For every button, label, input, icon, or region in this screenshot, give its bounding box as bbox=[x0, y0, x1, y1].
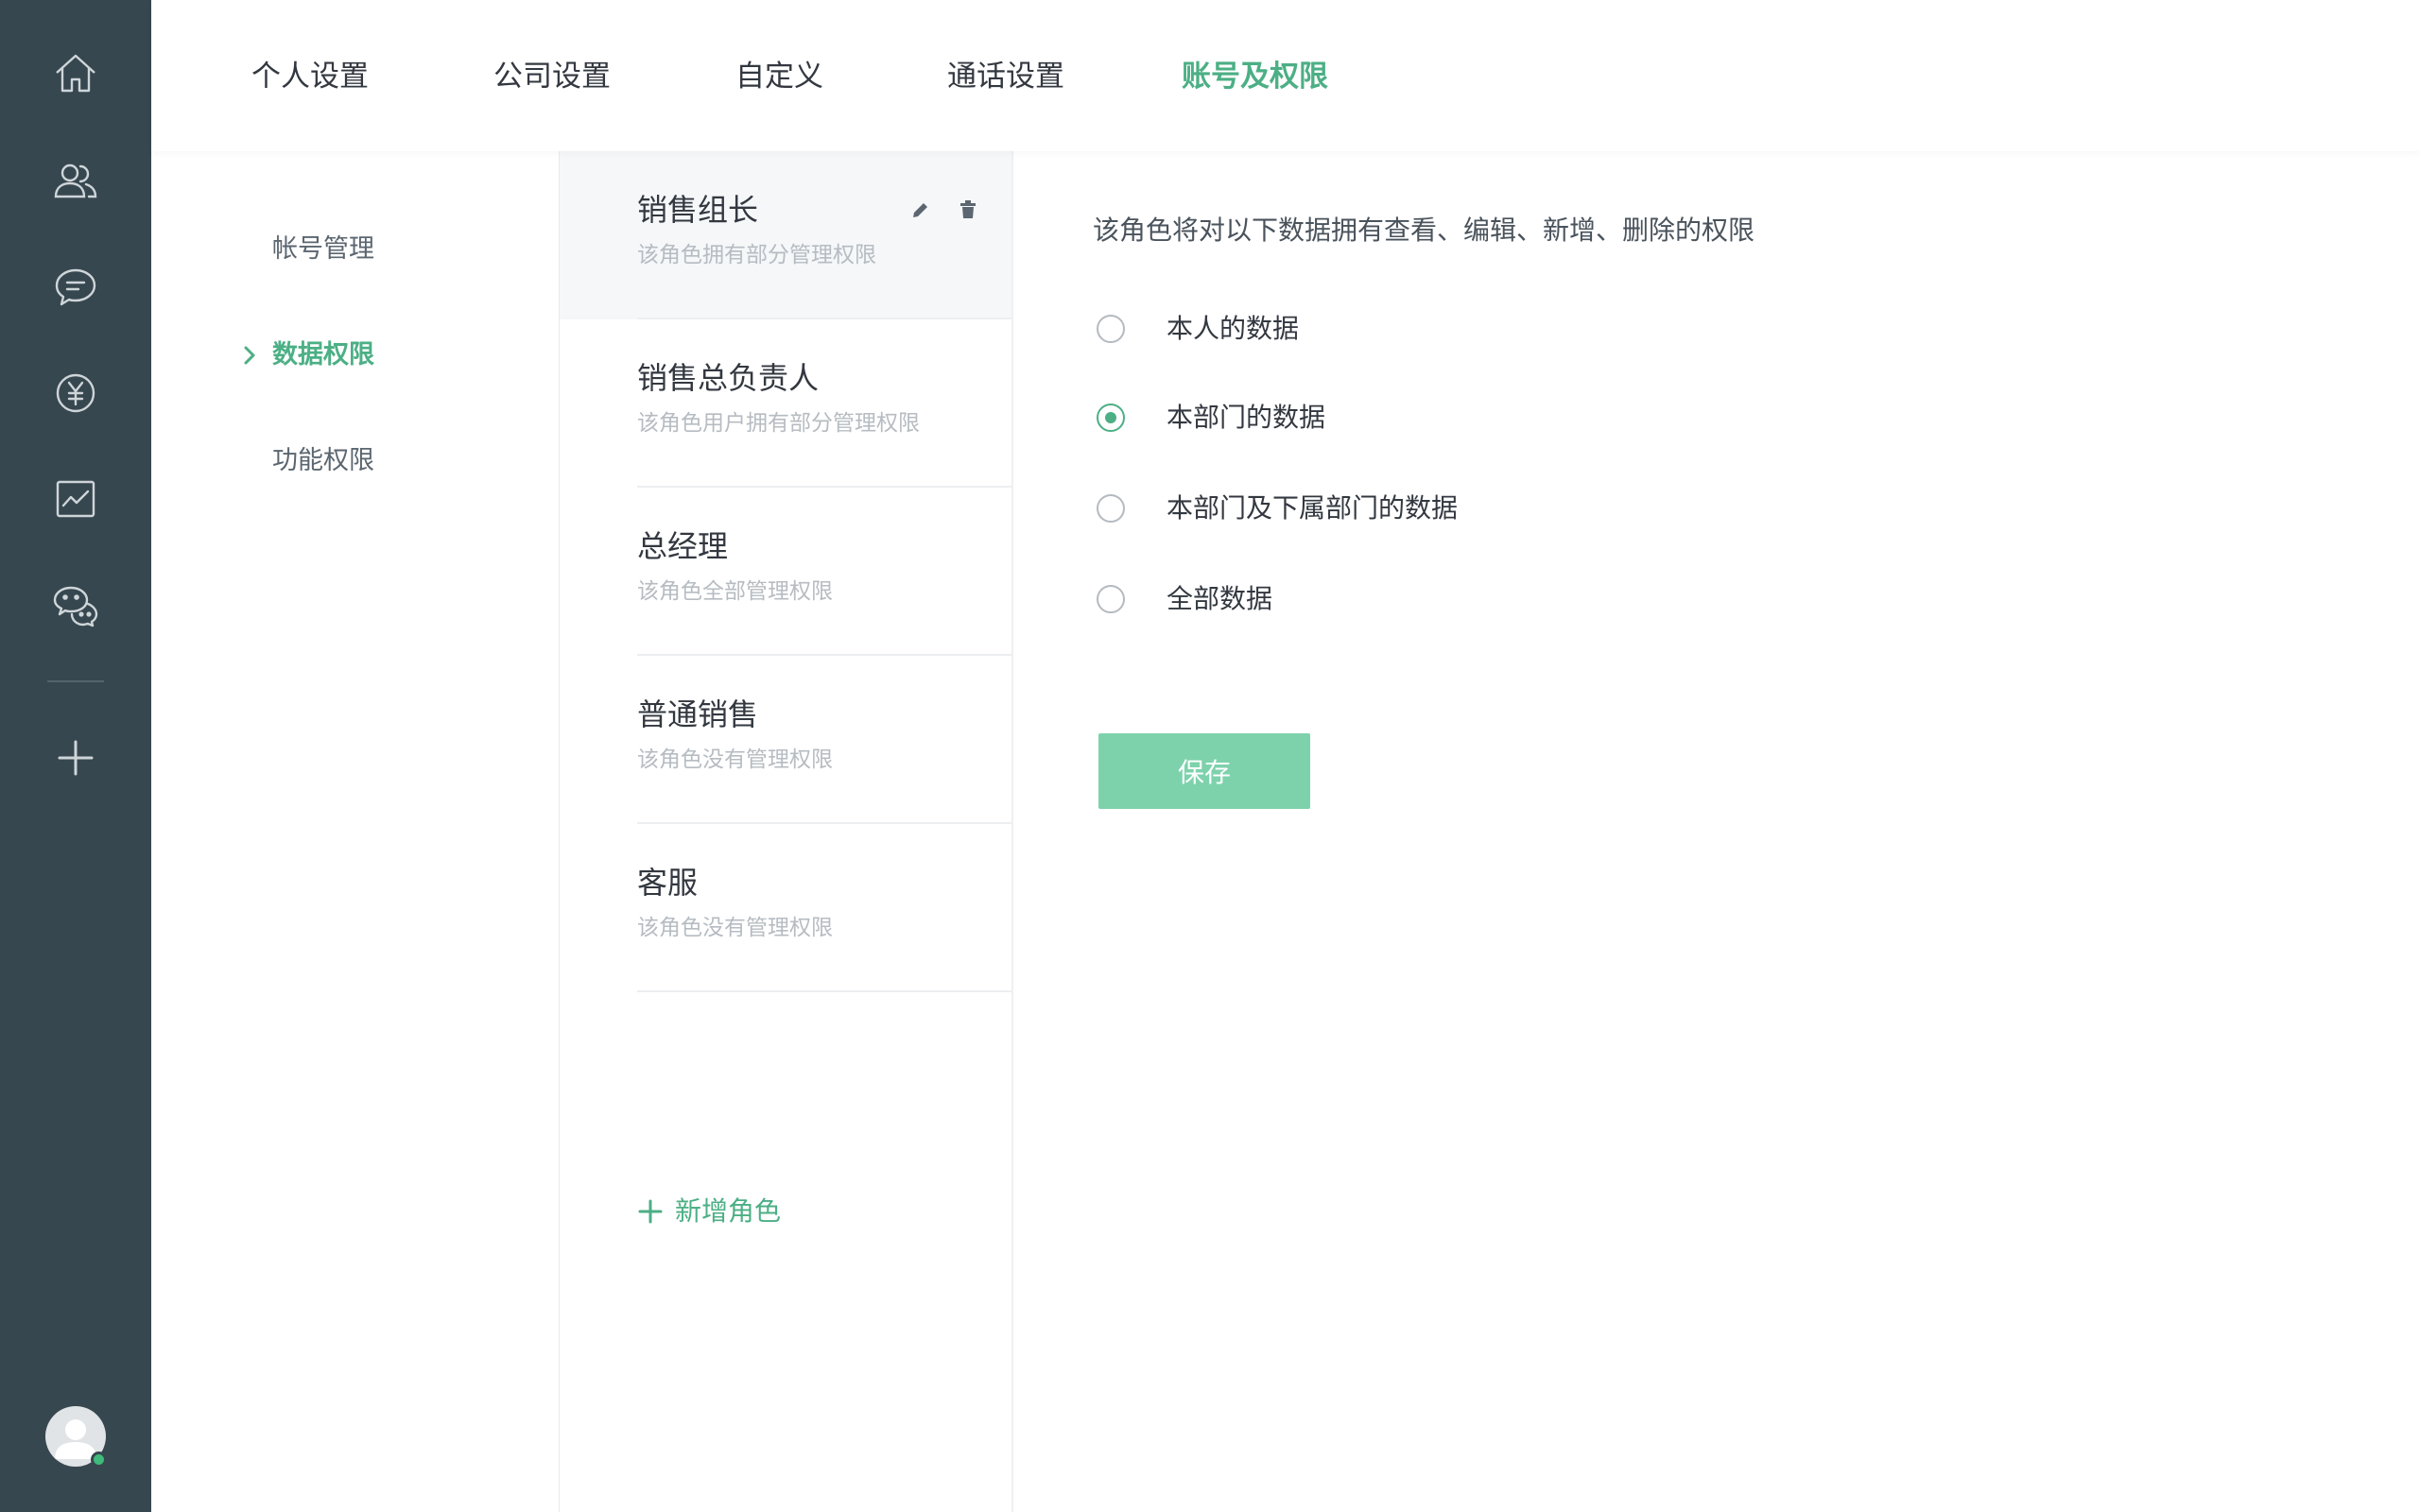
tab-company-settings[interactable]: 公司设置 bbox=[493, 53, 611, 100]
add-role-button[interactable]: 新增角色 bbox=[637, 1191, 781, 1232]
tab-account-permissions[interactable]: 账号及权限 bbox=[1182, 53, 1328, 100]
role-description: 该角色全部管理权限 bbox=[637, 579, 833, 604]
tab-call-settings[interactable]: 通话设置 bbox=[947, 53, 1064, 100]
scope-option-all-data[interactable]: 全部数据 bbox=[1097, 578, 1272, 620]
role-description: 该角色没有管理权限 bbox=[637, 747, 833, 772]
radio-department-and-sub-data[interactable] bbox=[1097, 494, 1125, 523]
permission-description: 该角色将对以下数据拥有查看、编辑、新增、删除的权限 bbox=[1093, 215, 1755, 246]
plus-icon bbox=[638, 1199, 663, 1224]
option-label: 本人的数据 bbox=[1167, 313, 1300, 344]
delete-icon[interactable] bbox=[951, 193, 985, 227]
role-description: 该角色没有管理权限 bbox=[637, 916, 833, 940]
option-label: 全部数据 bbox=[1167, 583, 1273, 614]
role-description: 该角色拥有部分管理权限 bbox=[637, 243, 876, 267]
role-item-customer-service[interactable]: 客服 该角色没有管理权限 bbox=[560, 824, 1011, 992]
radio-all-data[interactable] bbox=[1097, 585, 1125, 613]
option-label: 本部门及下属部门的数据 bbox=[1167, 492, 1459, 524]
add-role-label: 新增角色 bbox=[675, 1195, 782, 1227]
role-name: 销售总负责人 bbox=[637, 360, 820, 396]
role-item-regular-sales[interactable]: 普通销售 该角色没有管理权限 bbox=[560, 656, 1011, 824]
role-description: 该角色用户拥有部分管理权限 bbox=[637, 411, 920, 436]
role-item-general-manager[interactable]: 总经理 该角色全部管理权限 bbox=[560, 488, 1011, 656]
radio-own-data[interactable] bbox=[1097, 315, 1125, 343]
role-name: 普通销售 bbox=[637, 696, 759, 732]
chart-icon[interactable] bbox=[38, 461, 113, 537]
plus-icon[interactable] bbox=[38, 720, 113, 796]
submenu-item-data-permissions[interactable]: 数据权限 bbox=[272, 335, 374, 376]
wechat-icon[interactable] bbox=[38, 567, 113, 643]
online-status-dot bbox=[91, 1452, 107, 1468]
chat-icon[interactable] bbox=[38, 249, 113, 325]
permissions-submenu: 帐号管理 数据权限 功能权限 bbox=[151, 151, 560, 1512]
edit-icon[interactable] bbox=[904, 193, 938, 227]
role-list: 销售组长 该角色拥有部分管理权限 销售总负责人 该角色用户拥有部分管理权限 总经… bbox=[560, 151, 1013, 1512]
contacts-icon[interactable] bbox=[38, 144, 113, 219]
save-button[interactable]: 保存 bbox=[1098, 733, 1310, 809]
data-permission-panel: 该角色将对以下数据拥有查看、编辑、新增、删除的权限 本人的数据 本部门的数据 本… bbox=[1015, 151, 2420, 1512]
radio-department-data[interactable] bbox=[1097, 404, 1125, 432]
role-name: 总经理 bbox=[637, 528, 729, 564]
home-icon[interactable] bbox=[38, 36, 113, 112]
role-item-sales-director[interactable]: 销售总负责人 该角色用户拥有部分管理权限 bbox=[560, 318, 1011, 488]
submenu-item-account-management[interactable]: 帐号管理 bbox=[272, 229, 374, 270]
left-nav-rail bbox=[0, 0, 151, 1512]
scope-option-department-data[interactable]: 本部门的数据 bbox=[1097, 397, 1325, 438]
role-divider bbox=[637, 990, 1011, 992]
tab-personal-settings[interactable]: 个人设置 bbox=[251, 53, 369, 100]
scope-option-own-data[interactable]: 本人的数据 bbox=[1097, 308, 1299, 350]
role-divider bbox=[637, 318, 1011, 319]
rail-divider bbox=[47, 680, 104, 682]
role-name: 销售组长 bbox=[637, 192, 759, 228]
option-label: 本部门的数据 bbox=[1167, 402, 1326, 433]
role-item-sales-team-lead[interactable]: 销售组长 该角色拥有部分管理权限 bbox=[560, 151, 1011, 319]
role-name: 客服 bbox=[637, 865, 699, 901]
yuan-icon[interactable] bbox=[38, 355, 113, 431]
submenu-item-function-permissions[interactable]: 功能权限 bbox=[272, 440, 374, 482]
top-tab-bar: 个人设置 公司设置 自定义 通话设置 账号及权限 bbox=[151, 0, 2420, 151]
scope-option-department-and-sub-data[interactable]: 本部门及下属部门的数据 bbox=[1097, 488, 1458, 529]
tab-customize[interactable]: 自定义 bbox=[735, 53, 823, 100]
chevron-right-icon bbox=[244, 346, 255, 365]
